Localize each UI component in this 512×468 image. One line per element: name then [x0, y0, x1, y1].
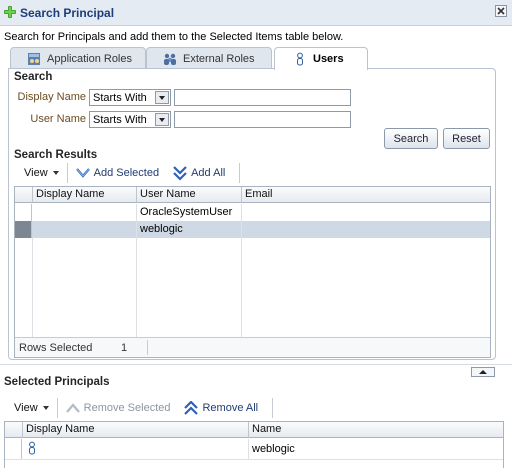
chevron-down-icon[interactable] — [155, 113, 169, 126]
display-name-operator-select[interactable]: Starts With — [89, 89, 171, 106]
results-status-bar: Rows Selected 1 — [15, 337, 490, 357]
chevron-down-icon[interactable] — [155, 91, 169, 104]
cell-display-name — [23, 439, 249, 459]
user-icon — [29, 441, 35, 455]
row-selector[interactable] — [15, 204, 32, 221]
select-value: Starts With — [93, 113, 147, 126]
row-divider — [5, 459, 503, 460]
add-selected-icon — [75, 168, 90, 178]
search-results-table: Display Name User Name Email OracleSyste… — [14, 186, 491, 358]
selected-principals-heading: Selected Principals — [4, 376, 110, 388]
chevron-up-icon — [479, 370, 487, 374]
add-all-button[interactable]: Add All — [167, 165, 233, 181]
user-name-operator-select[interactable]: Starts With — [89, 111, 171, 128]
chevron-down-icon — [42, 406, 49, 410]
cell-email — [242, 221, 490, 238]
view-menu-label: View — [24, 167, 48, 179]
add-all-label: Add All — [191, 167, 226, 179]
view-menu[interactable]: View — [4, 402, 57, 414]
status-separator — [147, 340, 148, 355]
column-header-display-name[interactable]: Display Name — [33, 187, 137, 203]
application-roles-icon — [28, 52, 40, 65]
dialog-title: Search Principal — [20, 6, 115, 20]
row-selector[interactable] — [5, 439, 22, 459]
search-results-heading: Search Results — [14, 149, 98, 161]
user-icon — [297, 52, 303, 66]
add-selected-label: Add Selected — [93, 167, 160, 179]
display-name-input[interactable] — [174, 89, 351, 106]
selected-toolbar: View Remove Selected Remove All — [4, 398, 284, 418]
cell-display-name — [33, 204, 137, 221]
column-divider — [32, 238, 33, 338]
remove-selected-button[interactable]: Remove Selected — [58, 402, 179, 414]
tab-strip: Application Roles External Roles Users — [10, 47, 496, 70]
table-row[interactable]: OracleSystemUser — [15, 204, 490, 221]
toolbar-separator — [272, 398, 274, 418]
tab-application-roles[interactable]: Application Roles — [10, 47, 146, 69]
cell-user-name: weblogic — [137, 221, 242, 238]
remove-all-icon — [184, 400, 199, 415]
results-toolbar: View Add Selected Add All — [14, 163, 258, 183]
tab-users[interactable]: Users — [274, 47, 368, 70]
view-menu-label: View — [14, 402, 38, 414]
cell-user-name: OracleSystemUser — [137, 204, 242, 221]
remove-all-label: Remove All — [202, 402, 259, 414]
select-value: Starts With — [93, 91, 147, 104]
column-header-name[interactable]: Name — [249, 422, 503, 438]
cell-display-name — [33, 221, 137, 238]
column-divider — [136, 238, 137, 338]
column-header-email[interactable]: Email — [242, 187, 490, 203]
row-header-column — [5, 422, 23, 438]
tab-label: External Roles — [183, 52, 255, 65]
view-menu[interactable]: View — [14, 167, 67, 179]
dialog-title-bar: Search Principal — [0, 0, 512, 26]
plus-icon — [4, 6, 16, 18]
tab-external-roles[interactable]: External Roles — [146, 47, 272, 69]
add-selected-button[interactable]: Add Selected — [68, 167, 167, 179]
rows-selected-count: 1 — [121, 342, 128, 354]
column-header-user-name[interactable]: User Name — [137, 187, 242, 203]
instructions-text: Search for Principals and add them to th… — [4, 31, 344, 43]
reset-button[interactable]: Reset — [443, 128, 490, 149]
toolbar-separator — [239, 163, 241, 183]
search-heading: Search — [14, 71, 53, 83]
search-button[interactable]: Search — [384, 128, 438, 149]
column-divider — [241, 238, 242, 338]
row-selector[interactable] — [15, 221, 32, 238]
splitter-line — [0, 364, 512, 365]
cell-name: weblogic — [252, 443, 295, 455]
collapse-panel-button[interactable] — [471, 367, 495, 377]
column-header-display-name[interactable]: Display Name — [23, 422, 249, 438]
table-row[interactable]: weblogic — [15, 221, 490, 238]
chevron-down-icon — [52, 171, 59, 175]
tab-label: Application Roles — [47, 52, 132, 65]
remove-selected-icon — [65, 403, 80, 413]
user-name-label: User Name — [30, 113, 86, 125]
tab-label: Users — [313, 53, 344, 65]
remove-all-button[interactable]: Remove All — [178, 400, 266, 416]
external-roles-icon — [164, 53, 176, 65]
row-header-column — [15, 187, 33, 203]
display-name-label: Display Name — [17, 91, 86, 103]
selected-principals-table: Display Name Name weblogic — [4, 421, 504, 468]
add-all-icon — [173, 165, 187, 181]
close-icon[interactable] — [495, 5, 507, 17]
remove-selected-label: Remove Selected — [83, 402, 171, 414]
table-row[interactable]: weblogic — [5, 439, 503, 459]
user-name-input[interactable] — [174, 111, 351, 128]
rows-selected-label: Rows Selected — [19, 342, 93, 354]
cell-email — [242, 204, 490, 221]
